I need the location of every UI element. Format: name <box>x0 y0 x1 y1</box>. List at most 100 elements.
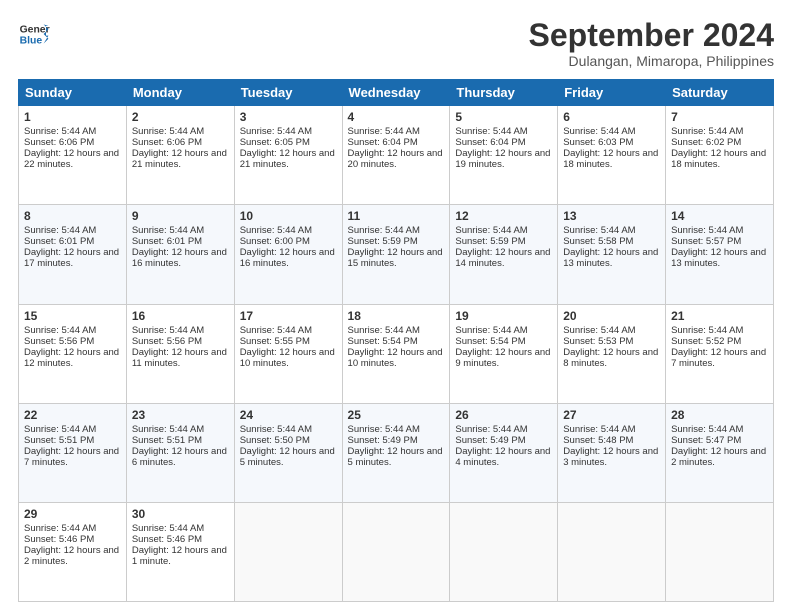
daylight-text: Daylight: 12 hours and 11 minutes. <box>132 347 227 369</box>
day-number: 15 <box>24 309 121 323</box>
daylight-text: Daylight: 12 hours and 19 minutes. <box>455 148 550 170</box>
day-number: 8 <box>24 209 121 223</box>
table-row: 14Sunrise: 5:44 AMSunset: 5:57 PMDayligh… <box>666 205 774 304</box>
table-row: 25Sunrise: 5:44 AMSunset: 5:49 PMDayligh… <box>342 403 450 502</box>
col-thursday: Thursday <box>450 80 558 106</box>
sunrise-text: Sunrise: 5:44 AM <box>24 126 96 137</box>
sunrise-text: Sunrise: 5:44 AM <box>132 225 204 236</box>
table-row: 12Sunrise: 5:44 AMSunset: 5:59 PMDayligh… <box>450 205 558 304</box>
sunrise-text: Sunrise: 5:44 AM <box>24 424 96 435</box>
daylight-text: Daylight: 12 hours and 18 minutes. <box>671 148 766 170</box>
sunrise-text: Sunrise: 5:44 AM <box>671 424 743 435</box>
sunrise-text: Sunrise: 5:44 AM <box>455 325 527 336</box>
daylight-text: Daylight: 12 hours and 12 minutes. <box>24 347 119 369</box>
header: General Blue September 2024 Dulangan, Mi… <box>18 18 774 69</box>
sunset-text: Sunset: 6:06 PM <box>132 137 202 148</box>
daylight-text: Daylight: 12 hours and 2 minutes. <box>671 446 766 468</box>
sunrise-text: Sunrise: 5:44 AM <box>671 126 743 137</box>
daylight-text: Daylight: 12 hours and 18 minutes. <box>563 148 658 170</box>
sunset-text: Sunset: 5:46 PM <box>24 534 94 545</box>
sunrise-text: Sunrise: 5:44 AM <box>563 325 635 336</box>
sunset-text: Sunset: 5:53 PM <box>563 336 633 347</box>
day-number: 4 <box>348 110 445 124</box>
daylight-text: Daylight: 12 hours and 1 minute. <box>132 545 227 567</box>
sunrise-text: Sunrise: 5:44 AM <box>24 523 96 534</box>
day-number: 9 <box>132 209 229 223</box>
daylight-text: Daylight: 12 hours and 13 minutes. <box>563 247 658 269</box>
sunrise-text: Sunrise: 5:44 AM <box>348 424 420 435</box>
sunset-text: Sunset: 6:05 PM <box>240 137 310 148</box>
sunrise-text: Sunrise: 5:44 AM <box>563 126 635 137</box>
calendar-week-row: 1 Sunrise: 5:44 AM Sunset: 6:06 PM Daylight… <box>19 106 774 205</box>
day-number: 29 <box>24 507 121 521</box>
sunset-text: Sunset: 5:57 PM <box>671 236 741 247</box>
sunset-text: Sunset: 6:01 PM <box>24 236 94 247</box>
table-row: 4Sunrise: 5:44 AMSunset: 6:04 PMDaylight… <box>342 106 450 205</box>
sunrise-text: Sunrise: 5:44 AM <box>132 325 204 336</box>
sunrise-text: Sunrise: 5:44 AM <box>24 225 96 236</box>
sunset-text: Sunset: 5:58 PM <box>563 236 633 247</box>
calendar-week-row: 8Sunrise: 5:44 AMSunset: 6:01 PMDaylight… <box>19 205 774 304</box>
daylight-text: Daylight: 12 hours and 21 minutes. <box>240 148 335 170</box>
daylight-text: Daylight: 12 hours and 17 minutes. <box>24 247 119 269</box>
day-number: 1 <box>24 110 121 124</box>
day-number: 20 <box>563 309 660 323</box>
sunrise-text: Sunrise: 5:44 AM <box>348 225 420 236</box>
table-row: 28Sunrise: 5:44 AMSunset: 5:47 PMDayligh… <box>666 403 774 502</box>
sunset-text: Sunset: 5:51 PM <box>132 435 202 446</box>
calendar-week-row: 22Sunrise: 5:44 AMSunset: 5:51 PMDayligh… <box>19 403 774 502</box>
table-row: 18Sunrise: 5:44 AMSunset: 5:54 PMDayligh… <box>342 304 450 403</box>
table-row <box>450 502 558 601</box>
sunset-text: Sunset: 6:04 PM <box>455 137 525 148</box>
table-row: 3Sunrise: 5:44 AMSunset: 6:05 PMDaylight… <box>234 106 342 205</box>
table-row: 11Sunrise: 5:44 AMSunset: 5:59 PMDayligh… <box>342 205 450 304</box>
table-row <box>234 502 342 601</box>
sunrise-text: Sunrise: 5:44 AM <box>24 325 96 336</box>
day-number: 25 <box>348 408 445 422</box>
daylight-text: Daylight: 12 hours and 4 minutes. <box>455 446 550 468</box>
day-number: 26 <box>455 408 552 422</box>
sunset-text: Sunset: 6:00 PM <box>240 236 310 247</box>
table-row: 13Sunrise: 5:44 AMSunset: 5:58 PMDayligh… <box>558 205 666 304</box>
table-row: 24Sunrise: 5:44 AMSunset: 5:50 PMDayligh… <box>234 403 342 502</box>
sunrise-text: Sunrise: 5:44 AM <box>240 325 312 336</box>
day-number: 27 <box>563 408 660 422</box>
col-friday: Friday <box>558 80 666 106</box>
daylight-text: Daylight: 12 hours and 8 minutes. <box>563 347 658 369</box>
table-row: 16Sunrise: 5:44 AMSunset: 5:56 PMDayligh… <box>126 304 234 403</box>
daylight-text: Daylight: 12 hours and 5 minutes. <box>240 446 335 468</box>
table-row: 6Sunrise: 5:44 AMSunset: 6:03 PMDaylight… <box>558 106 666 205</box>
table-row <box>558 502 666 601</box>
sunrise-text: Sunrise: 5:44 AM <box>671 225 743 236</box>
table-row: 23Sunrise: 5:44 AMSunset: 5:51 PMDayligh… <box>126 403 234 502</box>
sunset-text: Sunset: 5:47 PM <box>671 435 741 446</box>
logo-icon: General Blue <box>18 18 50 50</box>
sunset-text: Sunset: 5:50 PM <box>240 435 310 446</box>
daylight-text: Daylight: 12 hours and 3 minutes. <box>563 446 658 468</box>
table-row <box>342 502 450 601</box>
table-row: 10Sunrise: 5:44 AMSunset: 6:00 PMDayligh… <box>234 205 342 304</box>
month-title: September 2024 <box>529 18 774 53</box>
location-subtitle: Dulangan, Mimaropa, Philippines <box>529 53 774 69</box>
col-tuesday: Tuesday <box>234 80 342 106</box>
day-number: 17 <box>240 309 337 323</box>
sunrise-text: Sunrise: 5:44 AM <box>455 424 527 435</box>
daylight-text: Daylight: 12 hours and 20 minutes. <box>348 148 443 170</box>
day-number: 14 <box>671 209 768 223</box>
table-row: 29Sunrise: 5:44 AMSunset: 5:46 PMDayligh… <box>19 502 127 601</box>
sunrise-text: Sunrise: 5:44 AM <box>132 523 204 534</box>
table-row: 30Sunrise: 5:44 AMSunset: 5:46 PMDayligh… <box>126 502 234 601</box>
sunset-text: Sunset: 5:49 PM <box>348 435 418 446</box>
table-row: 22Sunrise: 5:44 AMSunset: 5:51 PMDayligh… <box>19 403 127 502</box>
day-number: 6 <box>563 110 660 124</box>
page: General Blue September 2024 Dulangan, Mi… <box>0 0 792 612</box>
table-row: 26Sunrise: 5:44 AMSunset: 5:49 PMDayligh… <box>450 403 558 502</box>
day-number: 12 <box>455 209 552 223</box>
calendar-header-row: Sunday Monday Tuesday Wednesday Thursday… <box>19 80 774 106</box>
table-row: 1Sunrise: 5:44 AMSunset: 6:06 PMDaylight… <box>19 106 127 205</box>
sunrise-text: Sunrise: 5:44 AM <box>132 424 204 435</box>
daylight-text: Daylight: 12 hours and 15 minutes. <box>348 247 443 269</box>
table-row: 9Sunrise: 5:44 AMSunset: 6:01 PMDaylight… <box>126 205 234 304</box>
sunset-text: Sunset: 6:04 PM <box>348 137 418 148</box>
calendar-table: Sunday Monday Tuesday Wednesday Thursday… <box>18 79 774 602</box>
